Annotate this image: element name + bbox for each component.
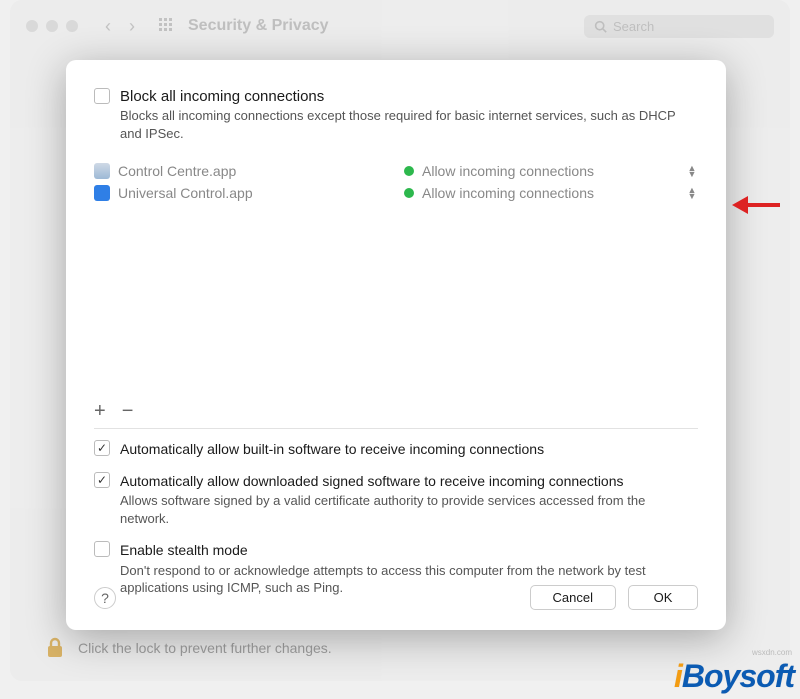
app-list: Control Centre.app Allow incoming connec… <box>94 160 698 204</box>
block-all-label: Block all incoming connections <box>120 88 698 105</box>
remove-button[interactable]: − <box>122 400 134 423</box>
block-all-row: Block all incoming connections Blocks al… <box>94 88 698 142</box>
app-row[interactable]: Universal Control.app Allow incoming con… <box>94 182 698 204</box>
minimize-icon <box>46 20 58 32</box>
stealth-checkbox[interactable] <box>94 541 110 557</box>
traffic-lights <box>26 20 78 32</box>
lock-icon <box>46 637 64 659</box>
block-all-desc: Blocks all incoming connections except t… <box>120 107 698 142</box>
status-stepper[interactable]: ▲▼ <box>686 187 698 199</box>
stealth-label: Enable stealth mode <box>120 541 248 559</box>
cancel-button[interactable]: Cancel <box>530 585 616 610</box>
divider <box>94 428 698 429</box>
auto-builtin-label: Automatically allow built-in software to… <box>120 440 544 458</box>
app-icon <box>94 163 110 179</box>
search-icon <box>594 20 607 33</box>
watermark: iBoysoft <box>674 658 794 695</box>
app-name: Control Centre.app <box>118 163 396 179</box>
add-remove-controls: + − <box>94 400 133 423</box>
status-dot-icon <box>404 188 414 198</box>
auto-signed-desc: Allows software signed by a valid certif… <box>120 492 698 527</box>
app-row[interactable]: Control Centre.app Allow incoming connec… <box>94 160 698 182</box>
back-button: ‹ <box>96 16 120 37</box>
status-dot-icon <box>404 166 414 176</box>
search-field-bg: Search <box>584 15 774 38</box>
add-button[interactable]: + <box>94 400 106 423</box>
source-text: wsxdn.com <box>752 648 792 657</box>
auto-builtin-checkbox[interactable] <box>94 440 110 456</box>
search-placeholder: Search <box>613 19 654 34</box>
lock-row: Click the lock to prevent further change… <box>46 637 332 659</box>
apps-grid-icon <box>158 17 174 36</box>
block-all-checkbox[interactable] <box>94 88 110 104</box>
sheet-footer: ? Cancel OK <box>94 585 698 610</box>
app-icon <box>94 185 110 201</box>
bg-titlebar: ‹ › Security & Privacy Search <box>10 0 790 52</box>
app-status: Allow incoming connections <box>422 163 678 179</box>
status-stepper[interactable]: ▲▼ <box>686 165 698 177</box>
zoom-icon <box>66 20 78 32</box>
app-name: Universal Control.app <box>118 185 396 201</box>
help-button[interactable]: ? <box>94 587 116 609</box>
lock-text: Click the lock to prevent further change… <box>78 640 332 656</box>
annotation-arrow-icon <box>732 196 780 214</box>
firewall-options-sheet: Block all incoming connections Blocks al… <box>66 60 726 630</box>
forward-button: › <box>120 16 144 37</box>
window-title: Security & Privacy <box>188 17 584 35</box>
auto-signed-checkbox[interactable] <box>94 472 110 488</box>
auto-signed-label: Automatically allow downloaded signed so… <box>120 472 624 490</box>
close-icon <box>26 20 38 32</box>
ok-button[interactable]: OK <box>628 585 698 610</box>
app-status: Allow incoming connections <box>422 185 678 201</box>
